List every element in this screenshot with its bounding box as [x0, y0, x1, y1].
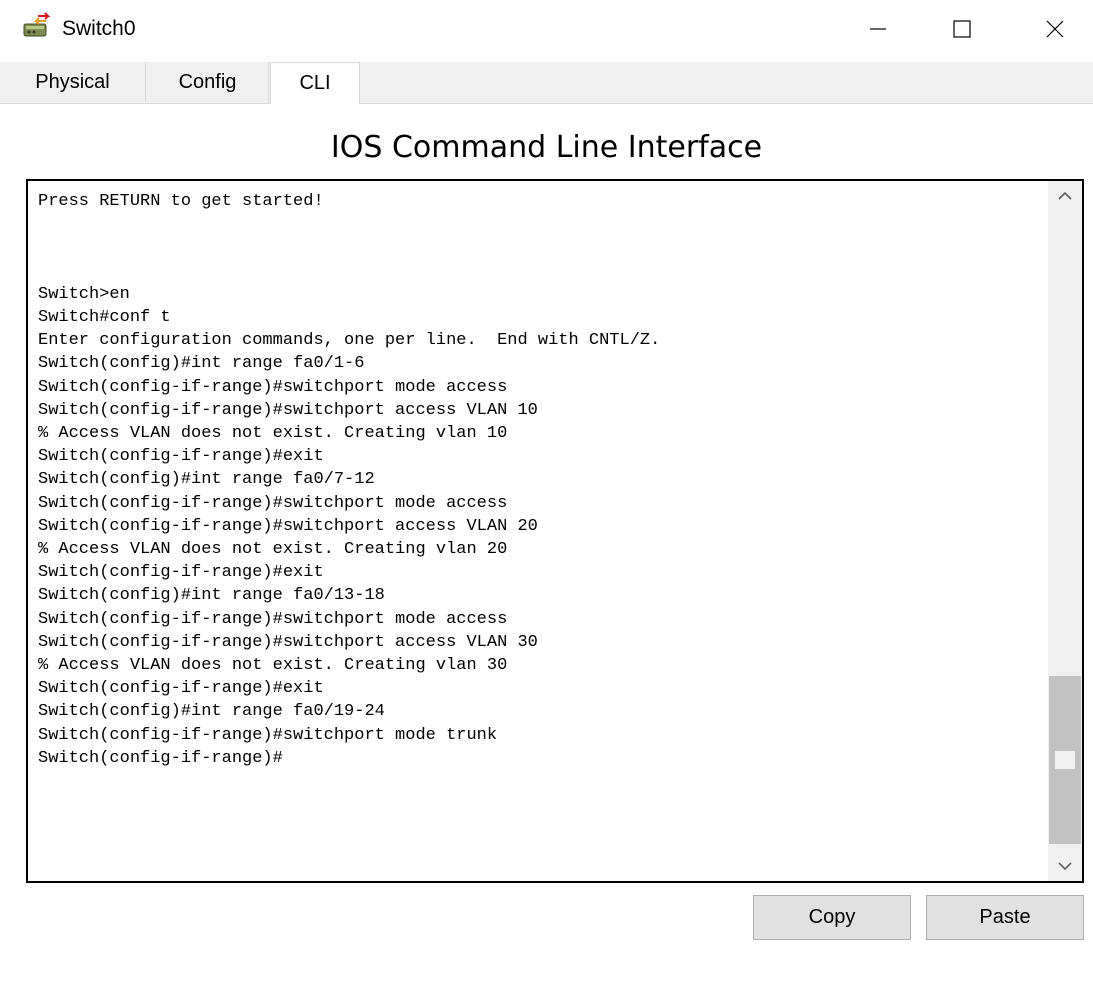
close-icon: [1046, 20, 1064, 38]
scroll-up-button[interactable]: [1048, 181, 1082, 211]
tab-cli[interactable]: CLI: [270, 62, 360, 104]
maximize-icon: [953, 20, 971, 38]
cli-terminal[interactable]: Press RETURN to get started! Switch>en S…: [26, 179, 1084, 883]
tab-config[interactable]: Config: [147, 62, 269, 102]
cli-heading: IOS Command Line Interface: [330, 130, 763, 165]
terminal-output[interactable]: Press RETURN to get started! Switch>en S…: [38, 190, 1043, 770]
minimize-button[interactable]: [848, 0, 908, 58]
tab-physical[interactable]: Physical: [0, 62, 146, 102]
switch-device-icon: [23, 12, 51, 37]
window-title: Switch0: [62, 17, 136, 40]
copy-button[interactable]: Copy: [753, 895, 911, 940]
scroll-thumb[interactable]: [1049, 676, 1081, 844]
terminal-scrollbar[interactable]: [1048, 181, 1082, 881]
title-bar: Switch0: [0, 0, 1093, 58]
maximize-button[interactable]: [932, 0, 992, 58]
chevron-down-icon: [1058, 862, 1072, 871]
paste-button[interactable]: Paste: [926, 895, 1084, 940]
scroll-thumb-grip: [1055, 751, 1075, 769]
chevron-up-icon: [1058, 191, 1072, 200]
minimize-icon: [870, 28, 886, 30]
close-button[interactable]: [1025, 0, 1085, 58]
scroll-down-button[interactable]: [1048, 851, 1082, 881]
tab-bar: Physical Config CLI: [0, 62, 1093, 104]
